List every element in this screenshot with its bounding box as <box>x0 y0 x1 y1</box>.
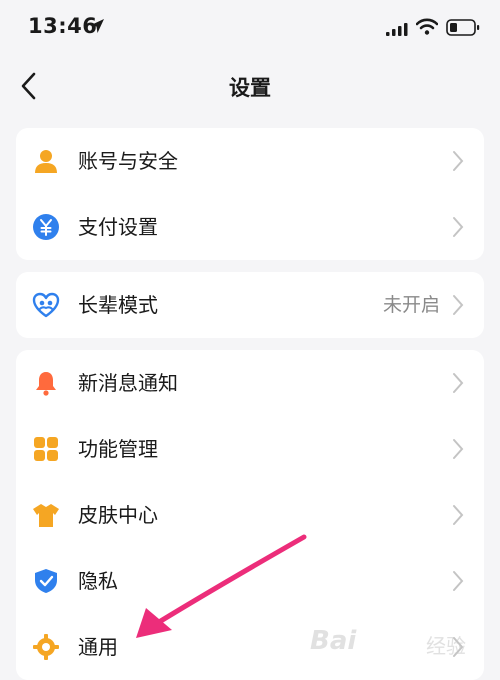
cellular-signal-icon <box>386 23 408 36</box>
chevron-right-icon <box>453 151 464 171</box>
grid-icon <box>34 437 58 461</box>
chevron-right-icon <box>453 505 464 525</box>
chevron-right-icon <box>453 217 464 237</box>
chevron-right-icon <box>453 571 464 591</box>
heart-people-icon <box>32 292 60 318</box>
settings-item-label: 功能管理 <box>78 437 158 461</box>
chevron-right-icon <box>453 295 464 315</box>
tshirt-icon <box>33 504 59 527</box>
settings-item-label: 皮肤中心 <box>78 503 158 527</box>
settings-item-privacy[interactable]: 隐私 <box>16 548 484 614</box>
yuan-circle-icon <box>33 214 59 240</box>
location-arrow-icon <box>90 19 104 33</box>
settings-item-label: 通用 <box>78 635 118 659</box>
status-bar: 13:46 <box>0 0 500 58</box>
page-title: 设置 <box>229 76 271 100</box>
settings-item-label: 新消息通知 <box>78 371 178 395</box>
settings-item-account-security[interactable]: 账号与安全 <box>16 128 484 194</box>
status-time: 13:46 <box>28 14 98 38</box>
settings-item-notifications[interactable]: 新消息通知 <box>16 350 484 416</box>
settings-item-payment[interactable]: 支付设置 <box>16 194 484 260</box>
battery-icon <box>446 19 480 36</box>
settings-item-label: 支付设置 <box>78 215 158 239</box>
watermark-text: Bai <box>310 626 357 656</box>
person-icon <box>35 150 57 173</box>
bell-icon <box>36 372 56 396</box>
watermark-sub: 经验 <box>426 634 466 658</box>
watermark: Bai 经验 <box>310 624 490 664</box>
gear-icon <box>33 634 59 660</box>
settings-group-elder: 长辈模式 未开启 <box>16 272 484 338</box>
shield-check-icon <box>35 569 57 593</box>
settings-item-label: 隐私 <box>78 569 118 593</box>
settings-item-features[interactable]: 功能管理 <box>16 416 484 482</box>
settings-group-account: 账号与安全 支付设置 <box>16 128 484 260</box>
chevron-right-icon <box>453 439 464 459</box>
settings-item-skins[interactable]: 皮肤中心 <box>16 482 484 548</box>
nav-bar: 设置 <box>0 58 500 114</box>
settings-item-elder-mode[interactable]: 长辈模式 未开启 <box>16 272 484 338</box>
elder-mode-status: 未开启 <box>382 294 440 316</box>
chevron-right-icon <box>453 373 464 393</box>
wifi-icon <box>416 18 438 35</box>
settings-item-label: 账号与安全 <box>78 149 178 173</box>
settings-item-label: 长辈模式 <box>78 293 158 317</box>
